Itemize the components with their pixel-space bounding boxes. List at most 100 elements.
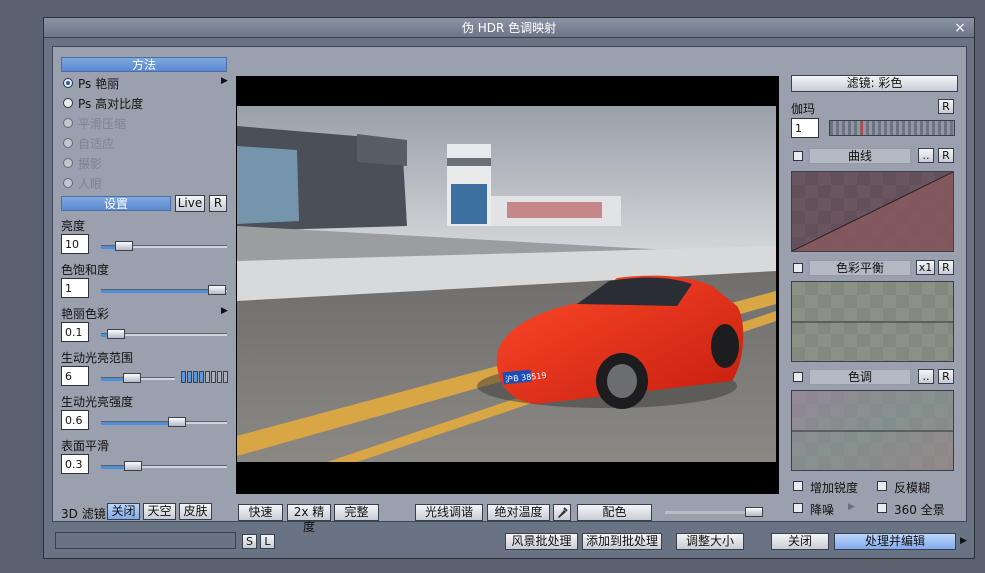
settings-reset-button[interactable]: R (209, 195, 227, 212)
color-balance-graph[interactable] (791, 281, 954, 362)
add-to-batch-button[interactable]: 添加到批处理 (582, 533, 662, 550)
range-bar[interactable] (199, 371, 204, 383)
option-label: 降噪 (810, 503, 835, 517)
filter3d-option-button[interactable]: 关闭 (107, 503, 140, 520)
color-balance-checkbox[interactable] (793, 263, 803, 273)
range-bar[interactable] (223, 371, 228, 383)
slider-thumb[interactable] (208, 285, 226, 295)
resize-button[interactable]: 调整大小 (676, 533, 744, 550)
range-bar[interactable] (205, 371, 210, 383)
submenu-arrow-icon[interactable]: ▶ (221, 76, 228, 86)
gamma-reset-button[interactable]: R (938, 99, 954, 114)
tone-mapping-window: 伪 HDR 色调映射 × 方法 Ps 艳丽 ▶ Ps 高对比度 平滑压缩 自适应 摄影 人眼… (43, 17, 975, 559)
l-button[interactable]: L (260, 534, 275, 549)
slider-fill (101, 290, 217, 293)
method-radio (63, 158, 73, 168)
gamma-slider[interactable] (829, 120, 955, 136)
eyedropper-icon[interactable] (553, 504, 571, 521)
range-bar[interactable] (217, 371, 222, 383)
option-label: 增加锐度 (810, 481, 859, 495)
slider-thumb[interactable] (123, 373, 141, 383)
range-bar[interactable] (181, 371, 186, 383)
slider-label: 亮度 (61, 219, 86, 233)
slider-track[interactable] (101, 465, 227, 469)
close-button[interactable]: 关闭 (771, 533, 829, 550)
slider-fill (101, 422, 177, 425)
hue-graph[interactable] (791, 390, 954, 471)
slider-thumb[interactable] (124, 461, 142, 471)
slider-thumb[interactable] (107, 329, 125, 339)
filter3d-option-button[interactable]: 天空 (143, 503, 176, 520)
color-balance-reset-button[interactable]: R (938, 260, 954, 275)
slider-value-field[interactable]: 6 (61, 366, 89, 386)
method-option-label: 平滑压缩 (78, 117, 127, 131)
method-option-label: 自适应 (78, 137, 115, 151)
extra-options: 增加锐度 反模糊 降噪 ▶ 360 全景 (793, 479, 963, 519)
scene-batch-button[interactable]: 风景批处理 (505, 533, 578, 550)
precise-2x-button[interactable]: 2x 精度 (287, 504, 331, 534)
curves-graph[interactable] (791, 171, 954, 252)
curves-checkbox[interactable] (793, 151, 803, 161)
option-checkbox[interactable] (793, 503, 803, 513)
option-checkbox[interactable] (877, 503, 887, 513)
option-checkbox[interactable] (793, 481, 803, 491)
progress-bar (55, 532, 236, 549)
close-icon[interactable]: × (952, 18, 968, 38)
slider-value-field[interactable]: 1 (61, 278, 89, 298)
method-radio[interactable] (63, 98, 73, 108)
color-balance-header: 色彩平衡 (809, 260, 911, 276)
slider-track[interactable] (101, 421, 227, 425)
process-and-edit-button[interactable]: 处理并编辑 (834, 533, 956, 550)
filter-color-button[interactable]: 滤镜: 彩色 (791, 75, 958, 92)
gamma-field[interactable]: 1 (791, 118, 819, 138)
title-bar: 伪 HDR 色调映射 × (44, 18, 974, 38)
s-button[interactable]: S (242, 534, 257, 549)
hue-more-button[interactable]: .. (918, 369, 934, 384)
submenu-arrow-icon[interactable]: ▶ (848, 502, 855, 512)
light-tuning-button[interactable]: 光线调谐 (415, 504, 483, 521)
slider-thumb[interactable] (115, 241, 133, 251)
process-menu-arrow-icon[interactable]: ▶ (960, 534, 970, 549)
slider-thumb[interactable] (168, 417, 186, 427)
hue-checkbox[interactable] (793, 372, 803, 382)
range-bar[interactable] (193, 371, 198, 383)
absolute-temperature-button[interactable]: 绝对温度 (487, 504, 550, 521)
gamma-label: 伽玛 (791, 102, 816, 116)
method-option-label[interactable]: Ps 高对比度 (78, 95, 143, 112)
method-radio (63, 118, 73, 128)
slider-label: 色饱和度 (61, 263, 110, 277)
live-button[interactable]: Live (175, 195, 205, 212)
curves-header: 曲线 (809, 148, 911, 164)
color-balance-x1-button[interactable]: x1 (916, 260, 935, 275)
curves-more-button[interactable]: .. (918, 148, 934, 163)
slider-label: 艳丽色彩 (61, 307, 110, 321)
range-bar[interactable] (187, 371, 192, 383)
hue-reset-button[interactable]: R (938, 369, 954, 384)
slider-label: 生动光亮范围 (61, 351, 134, 365)
slider-label: 表面平滑 (61, 439, 110, 453)
option-label: 360 全景 (894, 503, 945, 517)
slider-value-field[interactable]: 0.6 (61, 410, 89, 430)
slider-value-field[interactable]: 0.3 (61, 454, 89, 474)
range-bar[interactable] (211, 371, 216, 383)
method-radio (63, 178, 73, 188)
method-option-label: 摄影 (78, 157, 103, 171)
preview-slider-thumb[interactable] (745, 507, 763, 517)
slider-value-field[interactable]: 0.1 (61, 322, 89, 342)
gamma-marker (861, 121, 863, 135)
submenu-arrow-icon[interactable]: ▶ (221, 306, 228, 316)
method-radio (63, 138, 73, 148)
preview-area[interactable]: 沪B 38519 (236, 76, 779, 494)
fast-button[interactable]: 快速 (238, 504, 283, 521)
filter3d-option-button[interactable]: 皮肤 (179, 503, 212, 520)
color-match-button[interactable]: 配色 (577, 504, 652, 521)
curves-reset-button[interactable]: R (938, 148, 954, 163)
filter3d-label: 3D 滤镜 (61, 507, 106, 521)
method-header: 方法 (61, 57, 227, 72)
method-radio[interactable] (63, 78, 73, 88)
option-checkbox[interactable] (877, 481, 887, 491)
method-option-label[interactable]: Ps 艳丽 (78, 75, 119, 92)
full-button[interactable]: 完整 (334, 504, 379, 521)
settings-header: 设置 (61, 196, 171, 211)
slider-value-field[interactable]: 10 (61, 234, 89, 254)
